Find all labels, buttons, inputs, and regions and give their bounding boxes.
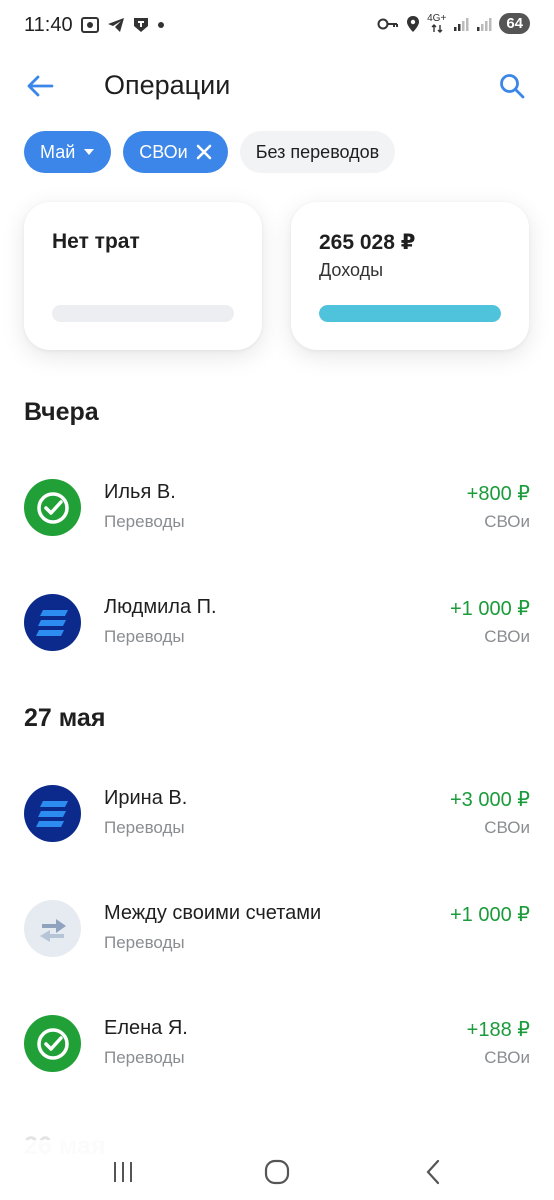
- network-type: 4G+: [427, 13, 447, 24]
- caret-down-icon: [84, 149, 95, 155]
- operation-row[interactable]: Людмила П. Переводы +1 000 ₽ СВОи: [0, 594, 554, 674]
- chevron-left-icon: [426, 1159, 440, 1185]
- tag-filter-chip[interactable]: СВОи: [123, 131, 228, 173]
- operation-amount: +3 000 ₽: [449, 789, 530, 811]
- location-icon: [407, 15, 420, 32]
- operation-category: Переводы: [104, 512, 185, 531]
- expenses-card[interactable]: Нет трат: [24, 202, 262, 350]
- status-time: 11:40: [24, 14, 73, 36]
- key-icon: [377, 18, 399, 29]
- operation-category: Переводы: [104, 933, 185, 952]
- data-arrows-icon: [431, 24, 443, 33]
- month-filter-label: Май: [40, 141, 76, 162]
- sber-check-icon: [24, 1015, 81, 1072]
- group-title-may-27: 27 мая: [24, 704, 106, 732]
- tag-filter-label: СВОи: [139, 141, 188, 162]
- search-button[interactable]: [496, 70, 528, 102]
- operation-source: СВОи: [484, 1048, 530, 1067]
- vtb-stripes-icon: [24, 594, 81, 651]
- system-nav-bar: [0, 1140, 554, 1200]
- operation-name: Между своими счетами: [104, 902, 322, 924]
- operation-amount: +1 000 ₽: [449, 598, 530, 620]
- recent-apps-button[interactable]: [103, 1154, 143, 1190]
- expenses-bar: [52, 305, 234, 322]
- operation-row[interactable]: Илья В. Переводы +800 ₽ СВОи: [0, 479, 554, 559]
- arrow-left-icon: [27, 75, 54, 97]
- operation-amount: +800 ₽: [466, 483, 530, 505]
- operation-amount: +188 ₽: [466, 1019, 530, 1041]
- income-card[interactable]: 265 028 ₽ Доходы: [291, 202, 529, 350]
- operation-amount: +1 000 ₽: [449, 904, 530, 926]
- operation-category: Переводы: [104, 818, 185, 837]
- operation-name: Елена Я.: [104, 1017, 188, 1039]
- dot-icon: [158, 22, 164, 28]
- operation-source: СВОи: [484, 818, 530, 837]
- home-button[interactable]: [257, 1154, 297, 1190]
- transfer-arrows-icon: [24, 900, 81, 957]
- battery-indicator: 64: [499, 13, 530, 34]
- status-bar: 11:40 4G+ 64: [0, 0, 554, 52]
- close-icon[interactable]: [196, 144, 212, 160]
- filter-chips: Май СВОи Без переводов: [24, 131, 396, 173]
- operation-category: Переводы: [104, 1048, 185, 1067]
- network-indicator: 4G+: [427, 14, 446, 33]
- vtb-stripes-icon: [24, 785, 81, 842]
- operation-source: СВОи: [484, 512, 530, 531]
- no-transfers-label: Без переводов: [255, 141, 380, 162]
- recent-apps-icon: [114, 1162, 132, 1182]
- operation-row[interactable]: Елена Я. Переводы +188 ₽ СВОи: [0, 1015, 554, 1095]
- shield-app-icon: [134, 18, 148, 32]
- signal-icon-1: [454, 17, 469, 31]
- group-title-yesterday: Вчера: [24, 398, 99, 426]
- back-button[interactable]: [24, 70, 56, 102]
- back-nav-button[interactable]: [413, 1154, 453, 1190]
- screenshot-icon: [81, 17, 99, 33]
- expenses-label: Нет трат: [52, 230, 140, 253]
- operation-source: СВОи: [484, 627, 530, 646]
- month-filter-chip[interactable]: Май: [24, 131, 112, 173]
- income-label: Доходы: [319, 260, 384, 280]
- sber-check-icon: [24, 479, 81, 536]
- operation-name: Илья В.: [104, 481, 176, 503]
- system-icons: 4G+ 64: [377, 13, 530, 34]
- home-icon: [264, 1159, 290, 1185]
- operation-name: Людмила П.: [104, 596, 217, 618]
- signal-icon-2: [477, 17, 492, 31]
- operation-category: Переводы: [104, 627, 185, 646]
- income-bar: [319, 305, 501, 322]
- app-header: Операции: [0, 60, 554, 110]
- operation-name: Ирина В.: [104, 787, 188, 809]
- telegram-icon: [108, 18, 124, 32]
- operation-row[interactable]: Между своими счетами Переводы +1 000 ₽: [0, 900, 554, 980]
- income-bar-fill: [319, 305, 501, 322]
- no-transfers-chip[interactable]: Без переводов: [239, 131, 396, 173]
- page-title: Операции: [104, 70, 231, 100]
- operation-row[interactable]: Ирина В. Переводы +3 000 ₽ СВОи: [0, 785, 554, 865]
- search-icon: [500, 74, 525, 99]
- notification-icons: [80, 16, 166, 34]
- income-amount: 265 028 ₽: [319, 231, 416, 254]
